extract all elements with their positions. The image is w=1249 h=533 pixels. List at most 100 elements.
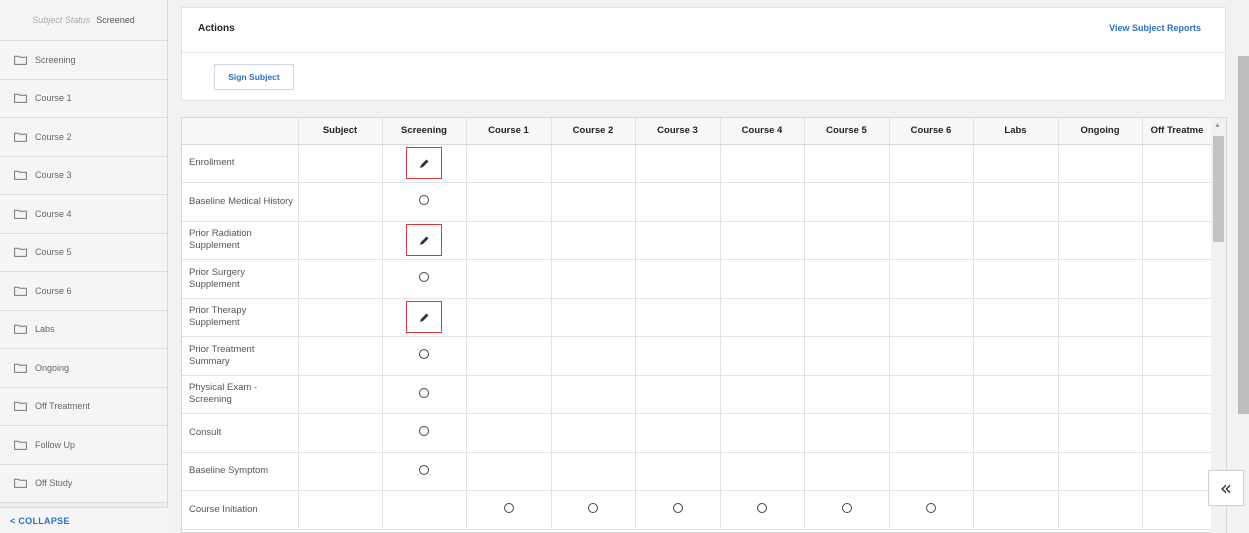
- view-subject-reports-link[interactable]: View Subject Reports: [1109, 23, 1201, 33]
- form-not-started-icon[interactable]: [419, 349, 429, 360]
- page-scrollbar-thumb[interactable]: [1238, 56, 1249, 414]
- grid-cell[interactable]: [551, 490, 636, 530]
- grid-cell: [1058, 452, 1143, 491]
- actions-title: Actions: [198, 23, 235, 34]
- grid-cell: [804, 144, 890, 183]
- sidebar-item-labs[interactable]: Labs: [0, 310, 167, 349]
- grid-cell: [1058, 221, 1143, 260]
- grid-cell: [298, 452, 383, 491]
- form-name: Prior Radiation Supplement: [182, 221, 299, 260]
- grid-cell: [635, 452, 721, 491]
- form-not-started-icon[interactable]: [503, 503, 514, 514]
- column-header: Course 6: [889, 118, 974, 145]
- sidebar-item-label: Follow Up: [35, 439, 76, 450]
- form-not-started-icon[interactable]: [588, 503, 598, 514]
- grid-cell: [973, 298, 1059, 337]
- sidebar-item-course-3[interactable]: Course 3: [0, 156, 167, 195]
- grid-cell[interactable]: [382, 298, 467, 337]
- pencil-icon: [419, 159, 428, 168]
- column-header: Subject: [298, 118, 383, 145]
- grid-cell[interactable]: [720, 490, 805, 530]
- column-header: Course 3: [635, 118, 721, 145]
- grid-cell[interactable]: [382, 452, 467, 491]
- grid-cell: [635, 182, 721, 222]
- grid-cell: [720, 375, 805, 414]
- scroll-up-arrow-icon[interactable]: ▲: [1214, 122, 1221, 129]
- form-not-started-icon[interactable]: [757, 503, 767, 514]
- edit-form-button[interactable]: [406, 224, 442, 257]
- grid-cell: [804, 259, 890, 299]
- grid-cell[interactable]: [382, 336, 467, 376]
- grid-cell: [973, 221, 1059, 260]
- expand-panel-button[interactable]: «: [1208, 470, 1244, 506]
- grid-cell[interactable]: [382, 375, 467, 414]
- grid-cell: [720, 144, 805, 183]
- grid-cell: [298, 490, 383, 530]
- grid-cell: [1142, 336, 1213, 376]
- edit-form-button[interactable]: [406, 301, 442, 334]
- column-header: Course 4: [720, 118, 805, 145]
- sidebar-item-course-5[interactable]: Course 5: [0, 233, 167, 272]
- grid-cell: [635, 336, 721, 376]
- sidebar-item-follow-up[interactable]: Follow Up: [0, 426, 167, 465]
- grid-cell: [720, 221, 805, 260]
- sidebar-item-off-study[interactable]: Off Study: [0, 464, 167, 503]
- grid-scrollbar-thumb[interactable]: [1213, 136, 1224, 242]
- grid-cell[interactable]: [382, 182, 467, 222]
- grid-cell: [1058, 298, 1143, 337]
- grid-cell: [466, 221, 552, 260]
- subject-status-label: Subject Status: [32, 15, 91, 25]
- collapse-button[interactable]: < COLLAPSE: [0, 507, 168, 533]
- grid-cell[interactable]: [635, 490, 721, 530]
- grid-cell[interactable]: [382, 144, 467, 183]
- grid-cell[interactable]: [466, 490, 552, 530]
- grid-cell[interactable]: [382, 221, 467, 260]
- grid-cell: [1058, 182, 1143, 222]
- grid-cell: [1058, 336, 1143, 376]
- grid-cell: [1058, 375, 1143, 414]
- grid-cell: [466, 375, 552, 414]
- grid-cell: [1058, 413, 1143, 453]
- folder-icon: [14, 363, 27, 373]
- sidebar-item-label: Screening: [35, 54, 76, 65]
- table-row: Course Initiation: [182, 490, 1213, 530]
- edit-form-button[interactable]: [406, 147, 442, 180]
- grid-cell: [1058, 144, 1143, 183]
- grid-cell: [635, 298, 721, 337]
- sidebar-item-ongoing[interactable]: Ongoing: [0, 349, 167, 388]
- form-not-started-icon[interactable]: [419, 426, 429, 437]
- sidebar-item-course-2[interactable]: Course 2: [0, 118, 167, 157]
- grid-cell: [466, 182, 552, 222]
- grid-cell: [551, 375, 636, 414]
- grid-cell: [298, 336, 383, 376]
- sidebar-item-course-6[interactable]: Course 6: [0, 272, 167, 311]
- form-not-started-icon[interactable]: [419, 195, 429, 206]
- grid-cell[interactable]: [382, 413, 467, 453]
- table-row: Physical Exam - Screening: [182, 375, 1213, 414]
- sidebar-item-label: Ongoing: [35, 362, 70, 373]
- grid-cell: [973, 336, 1059, 376]
- column-header: Course 2: [551, 118, 636, 145]
- sign-subject-button[interactable]: Sign Subject: [214, 64, 294, 90]
- grid-cell: [635, 375, 721, 414]
- grid-cell[interactable]: [382, 259, 467, 299]
- form-not-started-icon[interactable]: [926, 503, 936, 514]
- grid-cell[interactable]: [804, 490, 890, 530]
- grid-cell: [1142, 182, 1213, 222]
- grid-cell: [298, 182, 383, 222]
- sidebar-item-screening[interactable]: Screening: [0, 41, 167, 80]
- form-not-started-icon[interactable]: [419, 387, 429, 398]
- table-row: Prior Surgery Supplement: [182, 259, 1213, 299]
- sidebar-item-label: Off Treatment: [35, 401, 90, 412]
- form-not-started-icon[interactable]: [419, 464, 429, 475]
- grid-cell[interactable]: [889, 490, 974, 530]
- form-not-started-icon[interactable]: [419, 272, 429, 283]
- folder-icon: [14, 209, 27, 219]
- sidebar-item-course-4[interactable]: Course 4: [0, 195, 167, 234]
- form-name: Consult: [182, 413, 299, 453]
- sidebar-item-off-treatment[interactable]: Off Treatment: [0, 387, 167, 426]
- form-not-started-icon[interactable]: [672, 503, 683, 514]
- sidebar: Subject Status Screened Screening Course …: [0, 0, 168, 533]
- form-not-started-icon[interactable]: [841, 503, 852, 514]
- sidebar-item-course-1[interactable]: Course 1: [0, 79, 167, 118]
